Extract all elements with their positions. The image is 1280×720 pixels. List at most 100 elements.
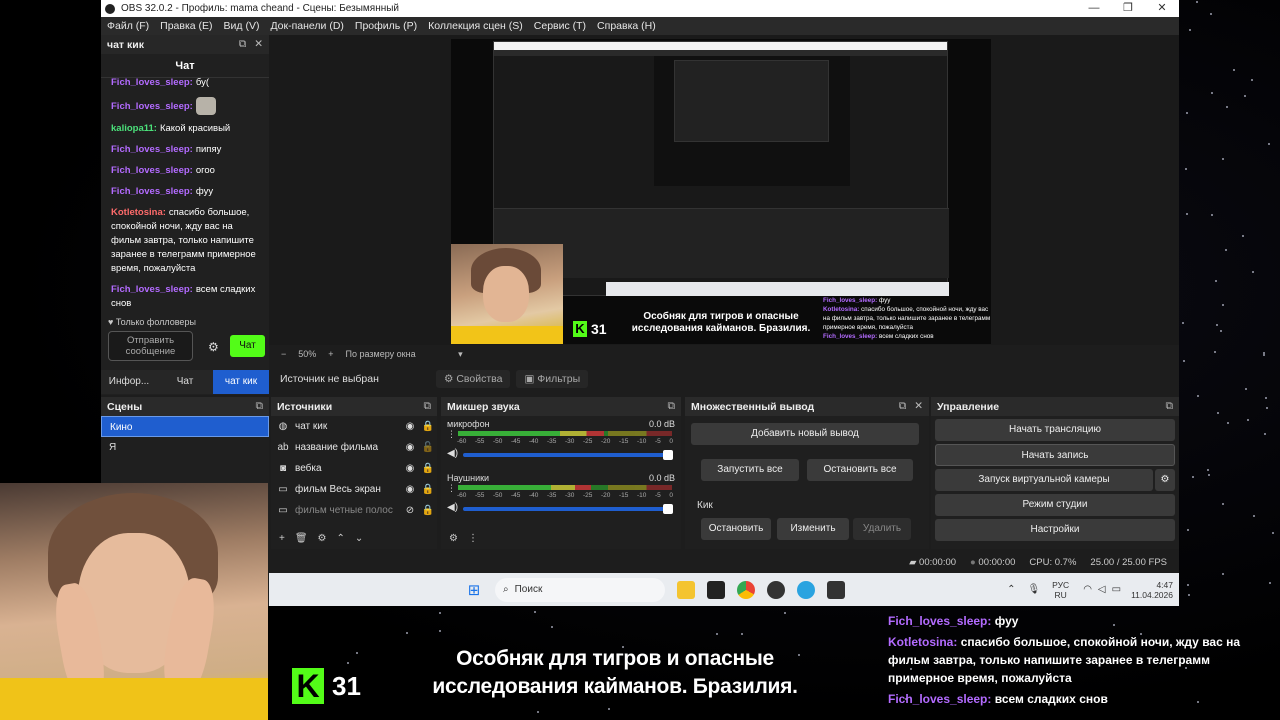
fit-mode-select[interactable]: По размеру окна ▾ [346,349,463,360]
speaker-icon[interactable]: ◀) [447,502,458,513]
volume-slider[interactable] [463,504,673,514]
remove-source-trash-icon[interactable]: 🗑 [295,533,308,544]
source-row[interactable]: ▭ фильм Весь экран ◉ 🔒 [271,479,437,500]
edit-output-button[interactable]: Изменить [777,518,849,540]
mixer-advanced-icon[interactable]: ⚙ [449,533,458,544]
zoom-in-button[interactable]: + [328,349,333,359]
chat-settings-gear-icon[interactable]: ⚙ [208,340,219,354]
add-source-button[interactable]: + [279,533,285,544]
scene-item[interactable]: Я [101,437,269,458]
source-row[interactable]: ◙ вебка ◉ 🔒 [271,458,437,479]
obs-taskbar-icon[interactable] [767,580,785,599]
tray-chevron-icon[interactable]: ⌃ [1007,584,1015,595]
lock-icon[interactable]: 🔒 [419,463,437,474]
channel-menu-icon[interactable]: ⋮ [447,429,456,440]
eye-icon[interactable]: ◉ [401,442,419,453]
settings-button[interactable]: Настройки [935,519,1175,541]
menu-help[interactable]: Справка (H) [597,20,656,32]
start-virtual-camera-button[interactable]: Запуск виртуальной камеры [935,469,1153,491]
float-dock-icon[interactable]: ⧉ [668,400,676,413]
capcut-icon[interactable] [707,580,725,599]
float-dock-icon[interactable]: ⧉ [899,400,907,413]
close-dock-icon[interactable]: ✕ [254,38,263,51]
keyboard-language[interactable]: РУС RU [1052,580,1069,600]
move-down-button[interactable]: ⌄ [355,533,363,544]
chat-username[interactable]: Kotletosina: [111,207,166,218]
battery-icon[interactable]: ▭ [1112,584,1121,595]
volume-slider[interactable] [463,450,673,460]
wifi-icon[interactable]: ◠ [1083,584,1092,595]
star [1267,143,1270,146]
scene-item[interactable]: Кино [101,416,269,437]
chat-username[interactable]: Fich_loves_sleep: [111,284,193,295]
chat-send-button[interactable]: Чат [230,335,265,357]
source-row[interactable]: ◍ чат кик ◉ 🔒 [271,416,437,437]
stop-all-button[interactable]: Остановить все [807,459,913,481]
maximize-button[interactable]: ❐ [1111,0,1145,17]
close-dock-icon[interactable]: ✕ [914,400,923,413]
lock-icon[interactable]: 🔒 [419,421,437,432]
float-dock-icon[interactable]: ⧉ [1166,400,1174,413]
chat-username[interactable]: Fich_loves_sleep: [111,101,193,112]
delete-output-button[interactable]: Удалить [853,518,911,540]
chat-message-list[interactable]: Fich_loves_sleep: бу(Fich_loves_sleep: kal… [111,76,263,308]
chat-username[interactable]: Fich_loves_sleep: [111,144,193,155]
taskbar-search[interactable]: ⌕ Поиск [495,577,665,602]
source-row[interactable]: ab название фильма ◉ 🔓 [271,437,437,458]
move-up-button[interactable]: ⌃ [337,533,345,544]
speaker-icon[interactable]: ◀) [447,448,458,459]
start-all-button[interactable]: Запустить все [701,459,799,481]
chat-username[interactable]: Fich_loves_sleep: [111,186,193,197]
telegram-icon[interactable] [797,580,815,599]
float-dock-icon[interactable]: ⧉ [256,400,264,413]
float-dock-icon[interactable]: ⧉ [424,400,432,413]
tab-info[interactable]: Инфор... [101,370,157,394]
zoom-out-button[interactable]: − [281,349,286,359]
explorer-folder-icon[interactable] [677,580,695,599]
volume-icon[interactable]: ◁ [1098,584,1106,595]
eye-hidden-icon[interactable]: ⊘ [401,505,419,516]
properties-button[interactable]: ⚙ Свойства [436,370,511,388]
lock-icon[interactable]: 🔒 [419,484,437,495]
eye-icon[interactable]: ◉ [401,463,419,474]
virtual-camera-settings-gear-icon[interactable]: ⚙ [1155,469,1175,491]
channel-menu-icon[interactable]: ⋮ [447,483,456,494]
mixer-menu-icon[interactable]: ⋮ [468,533,478,544]
menu-docks[interactable]: Док-панели (D) [270,20,343,32]
tab-kick-chat[interactable]: чат кик [213,370,269,394]
start-recording-button[interactable]: Начать запись [935,444,1175,466]
chat-username[interactable]: kaliopa11: [111,123,157,134]
minimize-button[interactable]: — [1077,0,1111,17]
preview-area[interactable]: K 31 Особняк для тигров и опасные исслед… [269,35,1179,345]
menu-view[interactable]: Вид (V) [224,20,260,32]
chat-username[interactable]: Fich_loves_sleep: [111,77,193,88]
add-new-output-button[interactable]: Добавить новый вывод [691,423,919,445]
eye-icon[interactable]: ◉ [401,484,419,495]
lock-icon[interactable]: 🔒 [419,505,437,516]
chat-message-input[interactable]: Отправить сообщение [108,331,193,361]
menu-tools[interactable]: Сервис (T) [534,20,586,32]
float-dock-icon[interactable]: ⧉ [239,38,247,51]
eye-icon[interactable]: ◉ [401,421,419,432]
terminal-icon[interactable] [827,580,845,599]
kick-counter-value: 31 [591,321,607,337]
microphone-icon[interactable]: 🎙 [1027,584,1040,595]
filters-button[interactable]: ▣ Фильтры [516,370,589,388]
menu-profile[interactable]: Профиль (P) [355,20,417,32]
clock[interactable]: 4:47 11.04.2026 [1131,580,1173,600]
chat-username[interactable]: Fich_loves_sleep: [111,165,193,176]
menu-file[interactable]: Файл (F) [107,20,149,32]
menu-scene-collection[interactable]: Коллекция сцен (S) [428,20,523,32]
chrome-icon[interactable] [737,580,755,599]
close-window-button[interactable]: ✕ [1145,0,1179,17]
source-settings-gear-icon[interactable]: ⚙ [318,533,327,544]
start-streaming-button[interactable]: Начать трансляцию [935,419,1175,441]
source-row[interactable]: ▭ фильм четные полос ⊘ 🔒 [271,500,437,521]
tab-chat[interactable]: Чат [157,370,213,394]
studio-mode-button[interactable]: Режим студии [935,494,1175,516]
stop-output-button[interactable]: Остановить [701,518,771,540]
menu-edit[interactable]: Правка (E) [160,20,212,32]
windows-start-icon[interactable]: ⊞ [465,581,483,599]
preview-canvas[interactable]: K 31 Особняк для тигров и опасные исслед… [451,39,991,344]
unlock-icon[interactable]: 🔓 [419,442,437,453]
